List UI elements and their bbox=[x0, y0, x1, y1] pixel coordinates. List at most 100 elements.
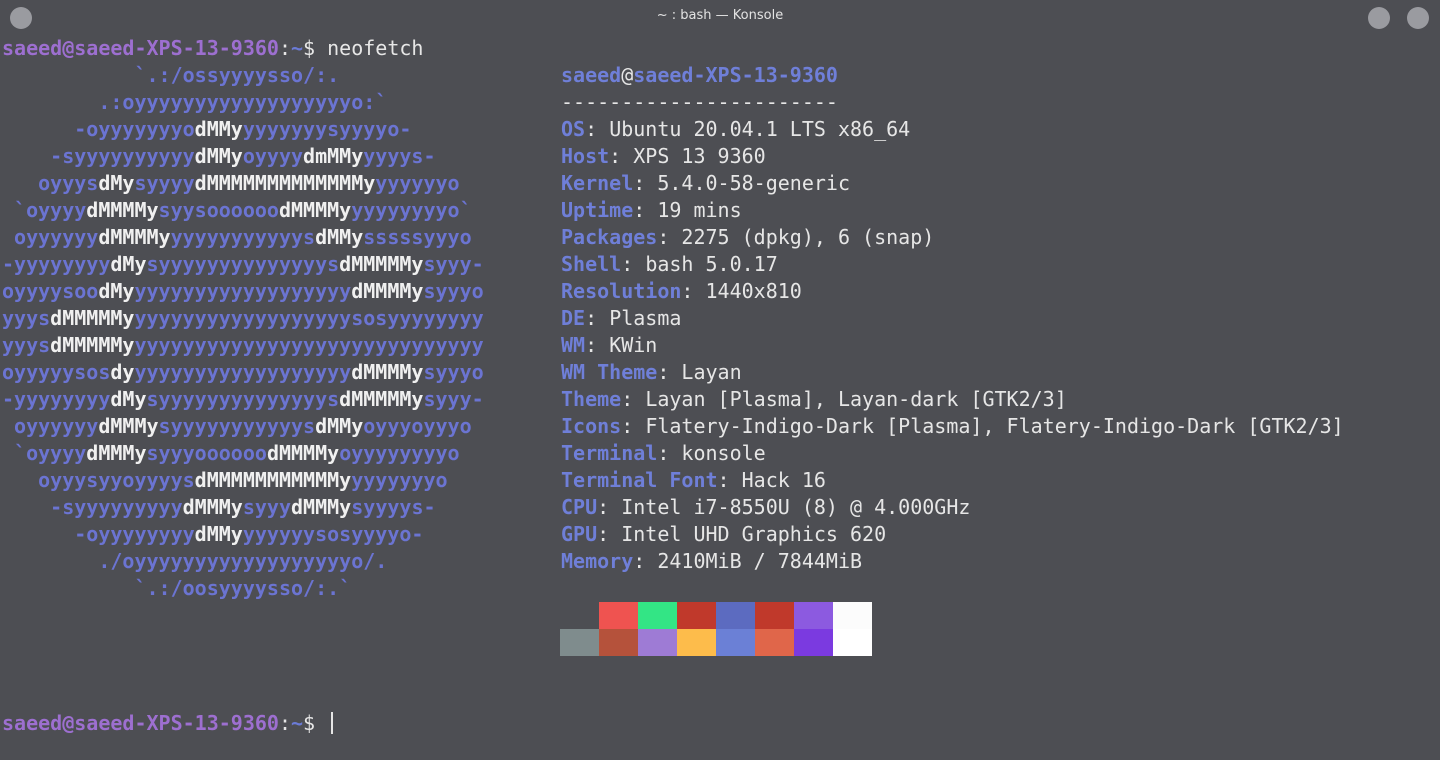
info-colon: : bbox=[633, 171, 658, 195]
logo-segment: syyyyyyyyyyyyyys bbox=[146, 387, 340, 411]
logo-segment: syyy- bbox=[423, 387, 484, 411]
info-colon: : bbox=[657, 441, 682, 465]
info-key: WM Theme bbox=[561, 360, 658, 384]
palette-swatch bbox=[599, 629, 638, 656]
palette-swatch bbox=[560, 602, 599, 629]
logo-segment: dMMMMMy bbox=[339, 387, 424, 411]
logo-segment: -syyyyyyyyy bbox=[2, 495, 183, 519]
palette-swatch bbox=[638, 629, 677, 656]
info-key: OS bbox=[561, 117, 586, 141]
logo-segment: oyyyoyyyo bbox=[363, 414, 472, 438]
logo-segment: `.:/oosyyyysso/:.` bbox=[2, 576, 352, 600]
logo-segment: dMy bbox=[98, 171, 135, 195]
info-row: Host: XPS 13 9360 bbox=[561, 143, 1344, 170]
logo-segment: syyy bbox=[242, 495, 292, 519]
logo-segment: oyyyyyy bbox=[2, 225, 99, 249]
logo-segment: dmMMy bbox=[303, 144, 364, 168]
info-key: Kernel bbox=[561, 171, 634, 195]
logo-segment: dMy bbox=[110, 387, 147, 411]
logo-segment: dMMMy bbox=[182, 495, 243, 519]
text-cursor bbox=[331, 712, 334, 734]
info-colon: : bbox=[633, 549, 658, 573]
logo-segment: -syyyyyyyyyy bbox=[2, 144, 195, 168]
logo-segment: oyyyyyy bbox=[2, 414, 99, 438]
info-key: Memory bbox=[561, 549, 634, 573]
info-key: Terminal Font bbox=[561, 468, 718, 492]
logo-segment: yyyyyyo bbox=[375, 171, 460, 195]
palette-swatch bbox=[833, 602, 872, 629]
title-bar: ~ : bash — Konsole bbox=[0, 0, 1440, 34]
palette-row-bright bbox=[560, 629, 872, 656]
logo-line: ./oyyyyyyyyyyyyyyyyyyo/. bbox=[2, 548, 484, 575]
logo-segment: oyyyy bbox=[242, 144, 304, 168]
info-row: Kernel: 5.4.0-58-generic bbox=[561, 170, 1344, 197]
logo-line: oyyyyysosdyyyyyyyyyyyyyyyyyyydMMMMysyyyo bbox=[2, 359, 484, 386]
minimize-button[interactable] bbox=[1368, 7, 1390, 29]
window-title: ~ : bash — Konsole bbox=[656, 8, 784, 23]
info-row: Memory: 2410MiB / 7844MiB bbox=[561, 548, 1344, 575]
info-colon: : bbox=[657, 225, 682, 249]
prompt-symbol: $ bbox=[303, 36, 328, 60]
info-colon: : bbox=[621, 387, 646, 411]
logo-segment: `oyyyy bbox=[2, 198, 87, 222]
logo-segment: dMMMy bbox=[86, 441, 147, 465]
logo-segment: dMMMMy bbox=[266, 441, 340, 465]
maximize-button[interactable] bbox=[1407, 7, 1429, 29]
info-value: bash 5.0.17 bbox=[645, 252, 778, 276]
info-user: saeed bbox=[561, 63, 622, 87]
prompt-symbol: $ bbox=[303, 711, 328, 735]
info-host: saeed-XPS-13-9360 bbox=[633, 63, 838, 87]
palette-swatch bbox=[560, 629, 599, 656]
logo-line: -oyyyyyyyydMMyyyyyyysosyyyyo- bbox=[2, 521, 484, 548]
system-info: saeed@saeed-XPS-13-9360 -----------------… bbox=[561, 62, 1344, 575]
info-row: Terminal: konsole bbox=[561, 440, 1344, 467]
palette-swatch bbox=[638, 602, 677, 629]
ascii-logo: `.:/ossyyyysso/:. .:oyyyyyyyyyyyyyyyyyyo… bbox=[2, 62, 484, 602]
info-key: Packages bbox=[561, 225, 658, 249]
input-line[interactable]: saeed@saeed-XPS-13-9360:~$ bbox=[2, 710, 334, 737]
palette-swatch bbox=[599, 602, 638, 629]
logo-line: -oyyyyyyyodMMyyyyyyyysyyyyo- bbox=[2, 116, 484, 143]
palette-row-normal bbox=[560, 602, 872, 629]
logo-segment: yyyyyyyyyyyyyyyyyyyyyyyyyyyyy bbox=[134, 333, 484, 357]
logo-segment: dMMMMy bbox=[351, 279, 424, 303]
logo-line: oyyyyyydMMMMyyyyyyyyyyyysdMMysssssyyyo bbox=[2, 224, 484, 251]
info-value: Flatery-Indigo-Dark [Plasma], Flatery-In… bbox=[645, 414, 1344, 438]
logo-line: `oyyyydMMMMysyysoooooodMMMMyyyyyyyyyo` bbox=[2, 197, 484, 224]
info-key: CPU bbox=[561, 495, 598, 519]
info-row: DE: Plasma bbox=[561, 305, 1344, 332]
logo-line: -yyyyyyyydMysyyyyyyyyyyyyyysdMMMMMysyyy- bbox=[2, 386, 484, 413]
color-palette bbox=[560, 602, 872, 656]
logo-segment: yyyyyyyo bbox=[351, 468, 448, 492]
info-row: GPU: Intel UHD Graphics 620 bbox=[561, 521, 1344, 548]
info-row: Icons: Flatery-Indigo-Dark [Plasma], Fla… bbox=[561, 413, 1344, 440]
palette-swatch bbox=[794, 602, 833, 629]
info-row: WM Theme: Layan bbox=[561, 359, 1344, 386]
logo-line: -syyyyyyyyydMMMysyyydMMMysyyyys- bbox=[2, 494, 484, 521]
info-colon: : bbox=[621, 414, 646, 438]
logo-segment: yyys bbox=[2, 306, 51, 330]
logo-segment: dMy bbox=[98, 279, 135, 303]
logo-segment: dMMMMy bbox=[98, 225, 171, 249]
logo-segment: syyyys- bbox=[351, 495, 436, 519]
info-value: Intel i7-8550U (8) @ 4.000GHz bbox=[621, 495, 971, 519]
logo-segment: dMMMMy bbox=[278, 198, 352, 222]
info-colon: : bbox=[585, 306, 610, 330]
info-value: 1440x810 bbox=[705, 279, 802, 303]
prompt-path: ~ bbox=[291, 36, 304, 60]
info-value: XPS 13 9360 bbox=[633, 144, 766, 168]
logo-segment: -yyyyyyyy bbox=[2, 252, 111, 276]
info-colon: : bbox=[585, 117, 610, 141]
info-row: Uptime: 19 mins bbox=[561, 197, 1344, 224]
info-colon: : bbox=[657, 360, 682, 384]
logo-segment: yyyyyyyyyyys bbox=[170, 225, 316, 249]
info-key: Icons bbox=[561, 414, 622, 438]
prompt-path: ~ bbox=[291, 711, 304, 735]
info-row: Shell: bash 5.0.17 bbox=[561, 251, 1344, 278]
logo-segment: syysoooooo bbox=[158, 198, 279, 222]
logo-segment: yyyyyyyyyyyyyyyyyy bbox=[134, 360, 352, 384]
info-value: Layan [Plasma], Layan-dark [GTK2/3] bbox=[645, 387, 1067, 411]
info-row: Terminal Font: Hack 16 bbox=[561, 467, 1344, 494]
logo-segment: dMMy bbox=[315, 414, 364, 438]
info-colon: : bbox=[585, 333, 610, 357]
